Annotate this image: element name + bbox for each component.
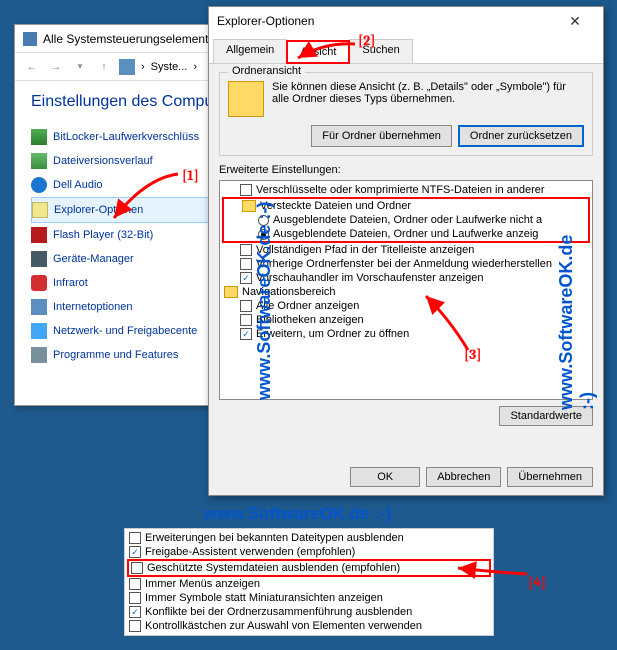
- cp-title-text: Alle Systemsteuerungselemente: [43, 32, 215, 46]
- checkbox-icon[interactable]: [240, 314, 252, 326]
- checkbox-icon[interactable]: [240, 184, 252, 196]
- tree-row: Vorherige Ordnerfenster bei der Anmeldun…: [222, 257, 590, 271]
- extra-settings-panel: Erweiterungen bei bekannten Dateitypen a…: [124, 528, 494, 636]
- tree-row: ✓Konflikte bei der Ordnerzusammenführung…: [127, 605, 491, 619]
- folder-icon: [224, 286, 238, 298]
- folderview-label: Ordneransicht: [228, 65, 305, 77]
- checkbox-icon[interactable]: [240, 258, 252, 270]
- back-arrow-icon[interactable]: ←: [23, 58, 41, 76]
- checkbox-icon[interactable]: [131, 562, 143, 574]
- folder-view-icon: [228, 81, 264, 117]
- programs-icon: [31, 347, 47, 363]
- checkbox-icon[interactable]: [129, 578, 141, 590]
- bitlocker-icon: [31, 129, 47, 145]
- callout-1: [1]: [182, 167, 199, 184]
- tree-row: Ausgeblendete Dateien, Ordner und Laufwe…: [224, 227, 588, 241]
- callout-2: [2]: [358, 32, 375, 49]
- tree-row: ✓Erweitern, um Ordner zu öffnen: [222, 327, 590, 341]
- checkbox-icon[interactable]: [240, 244, 252, 256]
- folder-options-icon: [32, 202, 48, 218]
- tree-row: Immer Menüs anzeigen: [127, 577, 491, 591]
- checkbox-icon[interactable]: [129, 592, 141, 604]
- checkbox-icon[interactable]: ✓: [240, 328, 252, 340]
- apply-button[interactable]: Übernehmen: [507, 467, 593, 487]
- filehistory-icon: [31, 153, 47, 169]
- up-arrow-icon[interactable]: ↑: [95, 58, 113, 76]
- tree-row-protected-files: Geschützte Systemdateien ausblenden (emp…: [127, 559, 491, 577]
- checkbox-icon[interactable]: ✓: [240, 272, 252, 284]
- tree-row: Kontrollkästchen zur Auswahl von Element…: [127, 619, 491, 633]
- tree-row: Vollständigen Pfad in der Titelleiste an…: [222, 243, 590, 257]
- network-icon: [31, 323, 47, 339]
- tree-row: ✓Vorschauhandler im Vorschaufenster anze…: [222, 271, 590, 285]
- folderview-group: Ordneransicht Sie können diese Ansicht (…: [219, 72, 593, 156]
- apply-folders-button[interactable]: Für Ordner übernehmen: [311, 125, 452, 147]
- infrared-icon: [31, 275, 47, 291]
- watermark: www.SoftwareOK.de :-): [556, 235, 598, 410]
- dlg-title: Explorer-Optionen: [217, 14, 555, 28]
- checkbox-icon[interactable]: [129, 620, 141, 632]
- checkbox-icon[interactable]: ✓: [129, 606, 141, 618]
- cp-path-icon: [119, 59, 135, 75]
- checkbox-icon[interactable]: [240, 300, 252, 312]
- tree-row: Bibliotheken anzeigen: [222, 313, 590, 327]
- history-dropdown-icon[interactable]: ▾: [71, 58, 89, 76]
- forward-arrow-icon[interactable]: →: [47, 58, 65, 76]
- tab-general[interactable]: Allgemein: [213, 39, 287, 63]
- callout-3: [3]: [464, 346, 481, 363]
- dlg-tabs: Allgemein Ansicht Suchen: [209, 35, 603, 64]
- cancel-button[interactable]: Abbrechen: [426, 467, 501, 487]
- advanced-tree[interactable]: Verschlüsselte oder komprimierte NTFS-Da…: [219, 180, 593, 400]
- breadcrumb[interactable]: Syste...: [151, 61, 188, 73]
- breadcrumb-sep: ›: [193, 61, 197, 73]
- tree-row: Erweiterungen bei bekannten Dateitypen a…: [127, 531, 491, 545]
- ok-button[interactable]: OK: [350, 467, 420, 487]
- tree-row: Verschlüsselte oder komprimierte NTFS-Da…: [222, 183, 590, 197]
- checkbox-icon[interactable]: [129, 532, 141, 544]
- advanced-label: Erweiterte Einstellungen:: [219, 164, 593, 176]
- dlg-titlebar: Explorer-Optionen ✕: [209, 7, 603, 35]
- tab-view[interactable]: Ansicht: [286, 40, 350, 64]
- dell-icon: [31, 177, 47, 193]
- flash-icon: [31, 227, 47, 243]
- control-panel-icon: [23, 32, 37, 46]
- folderview-text: Sie können diese Ansicht (z. B. „Details…: [272, 81, 584, 105]
- checkbox-icon[interactable]: ✓: [129, 546, 141, 558]
- tree-row: Versteckte Dateien und Ordner: [224, 199, 588, 213]
- watermark: www.SoftwareOK.de :-): [254, 202, 275, 400]
- breadcrumb-sep: ›: [141, 61, 145, 73]
- internet-icon: [31, 299, 47, 315]
- close-icon[interactable]: ✕: [555, 13, 595, 30]
- callout-4: [4]: [528, 574, 546, 591]
- tree-row: Navigationsbereich: [222, 285, 590, 299]
- device-mgr-icon: [31, 251, 47, 267]
- tree-row: Ausgeblendete Dateien, Ordner oder Laufw…: [224, 213, 588, 227]
- tree-row: Immer Symbole statt Miniaturansichten an…: [127, 591, 491, 605]
- tree-row: ✓Freigabe-Assistent verwenden (empfohlen…: [127, 545, 491, 559]
- tree-row: Alle Ordner anzeigen: [222, 299, 590, 313]
- watermark: www.SoftwareOK.de :-): [204, 504, 391, 524]
- reset-folders-button[interactable]: Ordner zurücksetzen: [458, 125, 584, 147]
